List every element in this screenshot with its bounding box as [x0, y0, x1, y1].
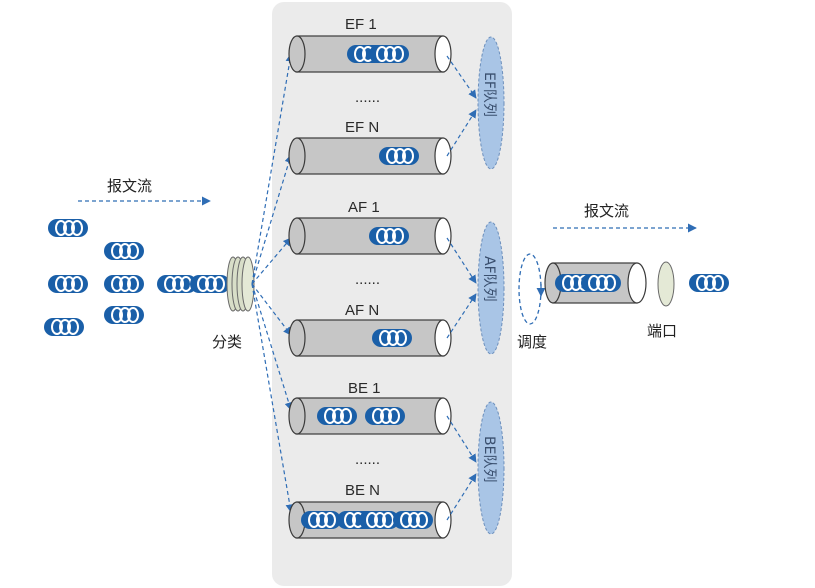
input-packets [43, 218, 231, 337]
diagram-canvas: 报文流 分类 EF 1 ...... EF N EF队列 AF 1 ......… [43, 2, 730, 586]
ellipsis-af: ...... [355, 271, 380, 288]
packet [103, 241, 145, 261]
packet [43, 317, 85, 337]
packet [103, 305, 145, 325]
output-flow-label: 报文流 [584, 202, 629, 220]
queue-label-ef1: EF 1 [345, 16, 377, 33]
ellipsis-ef: ...... [355, 89, 380, 106]
ellipsis-be: ...... [355, 451, 380, 468]
packet [378, 146, 420, 166]
queue-label-afn: AF N [345, 302, 379, 319]
queue-af1 [288, 217, 452, 255]
group-be-label: BE队列 [481, 436, 497, 482]
queue-ef1 [288, 35, 452, 73]
classify-label: 分类 [212, 333, 242, 351]
port-label: 端口 [647, 322, 677, 340]
group-af-label: AF队列 [481, 256, 497, 302]
input-flow-label: 报文流 [107, 177, 152, 195]
queue-label-ben: BE N [345, 482, 380, 499]
packet [371, 328, 413, 348]
queue-afn [288, 319, 452, 357]
group-ef-label: EF队列 [481, 72, 497, 117]
packet [103, 274, 145, 294]
packet [300, 510, 342, 530]
packet [392, 510, 434, 530]
schedule-label: 调度 [517, 333, 547, 351]
queue-be1 [288, 397, 452, 435]
packet [47, 218, 89, 238]
packet [189, 274, 231, 294]
packet [368, 226, 410, 246]
queue-ben [288, 501, 452, 539]
queue-efn [288, 137, 452, 175]
queue-label-af1: AF 1 [348, 199, 380, 216]
packet [47, 274, 89, 294]
packet [316, 406, 358, 426]
scheduler-icon [518, 253, 546, 325]
packet [364, 406, 406, 426]
classifier-icon [226, 256, 255, 312]
port-icon [657, 261, 675, 307]
output-queue [544, 262, 647, 304]
queue-label-be1: BE 1 [348, 380, 381, 397]
packet [580, 273, 622, 293]
queue-label-efn: EF N [345, 119, 379, 136]
output-packet [688, 273, 730, 293]
packet [368, 44, 410, 64]
qos-queue-diagram: 报文流 分类 EF 1 ...... EF N EF队列 AF 1 ......… [0, 0, 815, 588]
